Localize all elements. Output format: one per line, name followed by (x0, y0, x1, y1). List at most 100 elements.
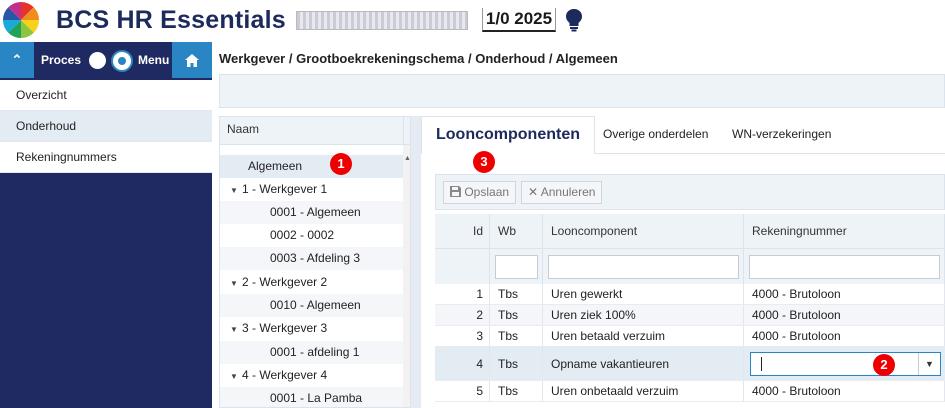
cell-id: 3 (435, 326, 490, 346)
table-row-editing[interactable]: 4 Tbs Opname vakantieuren ▼ (435, 347, 945, 381)
scroll-up-arrow-icon[interactable]: ▲ (404, 155, 410, 162)
tree-item-0001-algemeen[interactable]: 0001 - Algemeen (220, 201, 403, 224)
annotation-marker-1: 1 (330, 153, 352, 175)
cell-wb: Tbs (490, 381, 543, 401)
employer-selector[interactable] (296, 11, 468, 30)
app-logo-icon (3, 2, 39, 38)
tree-item-label: 0010 - Algemeen (270, 298, 361, 312)
tree-item-label: 0002 - 0002 (270, 228, 335, 242)
cell-looncomponent: Uren onbetaald verzuim (543, 381, 744, 401)
nav-bar: ⌃ Proces Menu (0, 42, 212, 78)
column-header-looncomponent[interactable]: Looncomponent (543, 214, 744, 248)
filter-cell-looncomponent (543, 248, 744, 284)
tree-item-label: 0003 - Afdeling 3 (270, 251, 361, 265)
cell-id: 5 (435, 381, 490, 401)
filter-input-wb[interactable] (495, 255, 538, 279)
table-row[interactable]: 2 Tbs Uren ziek 100% 4000 - Brutoloon (435, 305, 945, 326)
cell-id: 2 (435, 305, 490, 325)
save-button-label: Opslaan (464, 185, 510, 199)
caret-down-icon[interactable]: ▼ (230, 365, 242, 388)
floppy-disk-icon (450, 186, 461, 197)
collapse-up-button[interactable]: ⌃ (0, 42, 34, 78)
cell-wb: Tbs (490, 305, 543, 325)
tab-looncomponenten[interactable]: Looncomponenten (421, 116, 595, 154)
cell-looncomponent: Opname vakantieuren (543, 347, 744, 380)
table-row[interactable]: 5 Tbs Uren onbetaald verzuim 4000 - Brut… (435, 381, 945, 402)
tree-item-werkgever-3[interactable]: ▼ 3 - Werkgever 3 (220, 317, 403, 340)
tree-item-0010-algemeen[interactable]: 0010 - Algemeen (220, 294, 403, 317)
grid-toolbar: Opslaan ✕ Annuleren (435, 174, 945, 210)
tree-item-0001-la-pamba[interactable]: 0001 - La Pamba (220, 387, 403, 407)
table-row[interactable]: 1 Tbs Uren gewerkt 4000 - Brutoloon (435, 284, 945, 305)
cell-rekeningnummer[interactable]: 4000 - Brutoloon (744, 326, 945, 346)
tree-item-label: 2 - Werkgever 2 (242, 275, 328, 289)
close-icon: ✕ (528, 185, 539, 199)
tree-item-label: 4 - Werkgever 4 (242, 368, 328, 382)
sidebar-item-overzicht[interactable]: Overzicht (0, 80, 212, 111)
tree-item-label: 1 - Werkgever 1 (242, 182, 328, 196)
cell-wb: Tbs (490, 284, 543, 304)
caret-down-icon[interactable]: ▼ (230, 318, 242, 341)
home-icon (185, 53, 199, 67)
annotation-marker-3: 3 (473, 151, 495, 173)
column-header-rekeningnummer[interactable]: Rekeningnummer (744, 214, 945, 248)
tree-scrollbar[interactable]: ▲ (403, 145, 410, 407)
column-header-id[interactable]: Id (435, 214, 490, 248)
tab-bar: Looncomponenten Overige onderdelen WN-ve… (421, 116, 945, 154)
app-title: BCS HR Essentials (56, 6, 286, 34)
cancel-button[interactable]: ✕ Annuleren (521, 181, 603, 204)
menu-toggle-radio[interactable] (111, 50, 133, 72)
lightbulb-icon[interactable] (565, 8, 583, 32)
tree-item-0002[interactable]: 0002 - 0002 (220, 224, 403, 247)
sidebar: Overzicht Onderhoud Rekeningnummers (0, 78, 212, 408)
looncomponenten-grid: Id Wb Looncomponent Rekeningnummer 1 Tbs… (435, 214, 945, 408)
home-button[interactable] (172, 42, 212, 78)
filter-input-rekeningnummer[interactable] (749, 255, 940, 279)
caret-down-icon[interactable]: ▼ (230, 272, 242, 295)
tab-overige-onderdelen[interactable]: Overige onderdelen (589, 116, 722, 154)
tree-item-0003-afdeling-3[interactable]: 0003 - Afdeling 3 (220, 247, 403, 270)
filter-input-looncomponent[interactable] (548, 255, 739, 279)
period-selector[interactable]: 1/0 2025 (482, 8, 556, 32)
tree-item-werkgever-2[interactable]: ▼ 2 - Werkgever 2 (220, 271, 403, 294)
cell-looncomponent: Uren ziek 100% (543, 305, 744, 325)
rekeningnummer-dropdown-input[interactable]: ▼ (750, 352, 941, 376)
filter-cell-wb (490, 248, 543, 284)
cell-rekeningnummer[interactable]: 4000 - Brutoloon (744, 284, 945, 304)
cell-wb: Tbs (490, 326, 543, 346)
filter-cell-rekeningnummer (744, 248, 945, 284)
menu-label: Menu (138, 53, 170, 67)
tree-item-algemeen[interactable]: Algemeen (220, 155, 403, 178)
tab-wn-verzekeringen[interactable]: WN-verzekeringen (718, 116, 845, 154)
caret-down-icon: ▼ (925, 359, 934, 369)
caret-down-icon[interactable]: ▼ (230, 179, 242, 202)
main-panel: Looncomponenten Overige onderdelen WN-ve… (421, 116, 945, 408)
cell-wb: Tbs (490, 347, 543, 380)
tree-item-label: 0001 - La Pamba (270, 391, 363, 405)
sidebar-item-rekeningnummers[interactable]: Rekeningnummers (0, 142, 212, 173)
tree-item-werkgever-4[interactable]: ▼ 4 - Werkgever 4 (220, 364, 403, 387)
column-header-wb[interactable]: Wb (490, 214, 543, 248)
save-button[interactable]: Opslaan (443, 181, 517, 204)
tree-item-label: 0001 - afdeling 1 (270, 345, 360, 359)
breadcrumb: Werkgever / Grootboekrekeningschema / On… (219, 51, 618, 66)
panel-splitter[interactable] (411, 116, 421, 408)
cell-looncomponent: Uren betaald verzuim (543, 326, 744, 346)
dropdown-button[interactable]: ▼ (918, 353, 940, 375)
sidebar-item-onderhoud[interactable]: Onderhoud (0, 111, 212, 142)
cell-id: 4 (435, 347, 490, 380)
cell-id: 1 (435, 284, 490, 304)
double-chevron-up-icon: ⌃ (11, 52, 23, 67)
proces-label: Proces (41, 53, 82, 67)
tree-item-0001-afdeling-1[interactable]: 0001 - afdeling 1 (220, 341, 403, 364)
cell-rekeningnummer[interactable]: 4000 - Brutoloon (744, 305, 945, 325)
tree-item-werkgever-1[interactable]: ▼ 1 - Werkgever 1 (220, 178, 403, 201)
proces-toggle-radio[interactable] (89, 52, 106, 69)
table-row[interactable]: 3 Tbs Uren betaald verzuim 4000 - Brutol… (435, 326, 945, 347)
cell-rekeningnummer[interactable]: 4000 - Brutoloon (744, 381, 945, 401)
tree-item-label: 3 - Werkgever 3 (242, 321, 328, 335)
top-toolbar-strip (219, 74, 945, 108)
cancel-button-label: Annuleren (540, 185, 596, 199)
app-header: BCS HR Essentials 1/0 2025 (0, 0, 945, 42)
text-cursor (761, 357, 762, 371)
